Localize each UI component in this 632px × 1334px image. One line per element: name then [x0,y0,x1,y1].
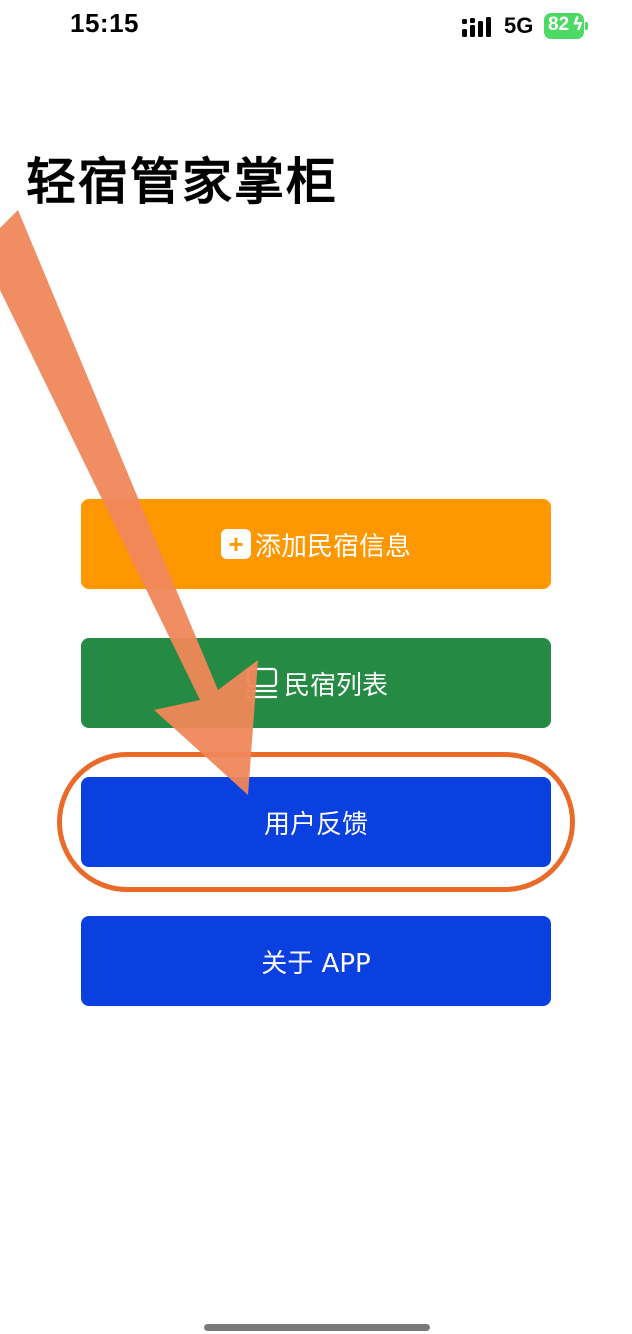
list-icon [246,667,278,699]
page-title: 轻宿管家掌柜 [26,153,338,211]
user-feedback-button[interactable]: 用户反馈 [81,777,551,867]
status-time: 15:15 [70,8,139,38]
plus-square-icon: + [220,529,251,559]
user-feedback-label: 用户反馈 [263,809,368,840]
about-app-label: 关于 APP [261,948,371,979]
network-type: 5G [504,13,534,38]
about-app-button[interactable]: 关于 APP [81,916,551,1006]
add-homestay-label: 添加民宿信息 [254,531,411,562]
status-bar: 15:15 5G 82 ϟ [0,0,632,56]
home-indicator[interactable] [204,1324,430,1331]
battery-charging-icon: 82 ϟ [544,13,588,39]
homestay-list-button[interactable]: 民宿列表 [81,638,551,728]
battery-level: 82 [548,14,570,35]
homestay-list-label: 民宿列表 [283,670,388,701]
signal-bars-icon [462,17,491,37]
add-homestay-button[interactable]: + 添加民宿信息 [81,499,551,589]
